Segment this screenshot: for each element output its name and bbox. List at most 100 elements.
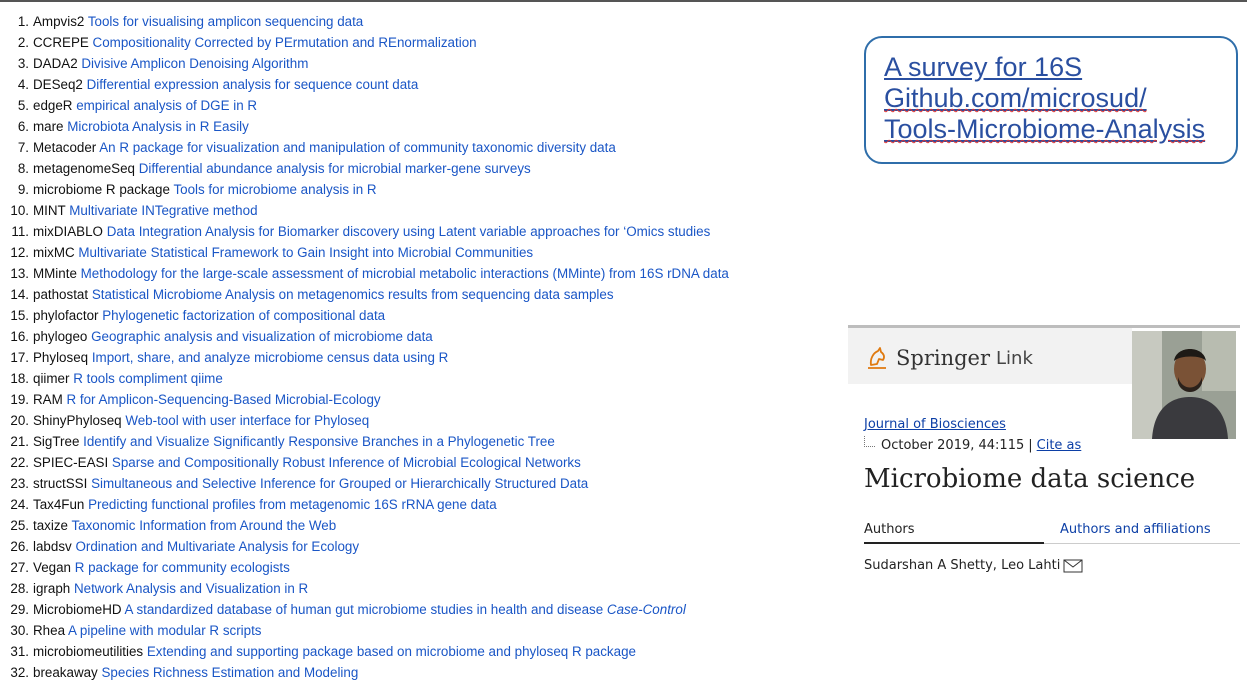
publication-line: October 2019, 44:115 | Cite as bbox=[864, 436, 1082, 453]
springer-horse-icon bbox=[868, 347, 886, 369]
tool-name: MMinte bbox=[33, 266, 77, 281]
tool-list-item: 28. igraph Network Analysis and Visualiza… bbox=[0, 578, 729, 599]
tool-number: 25. bbox=[10, 518, 29, 533]
tool-name: mare bbox=[33, 119, 64, 134]
tool-name: Ampvis2 bbox=[33, 14, 85, 29]
tool-name: Rhea bbox=[33, 623, 66, 638]
survey-repo-name[interactable]: Tools-Microbiome-Analysis bbox=[884, 114, 1236, 145]
person-photo-icon bbox=[1132, 331, 1236, 439]
tool-list-item: 20. ShinyPhyloseq Web-tool with user inte… bbox=[0, 410, 729, 431]
survey-repo-host[interactable]: Github.com/microsud/ bbox=[884, 83, 1236, 114]
tool-list-item: 16. phylogeo Geographic analysis and visu… bbox=[0, 326, 729, 347]
tabs-divider bbox=[1044, 543, 1240, 544]
tool-name: structSSI bbox=[33, 476, 88, 491]
tool-description-link[interactable]: Sparse and Compositionally Robust Infere… bbox=[112, 455, 581, 470]
tool-number: 9. bbox=[17, 182, 29, 197]
springer-brand: Springer bbox=[896, 346, 991, 370]
tool-description-link[interactable]: Microbiota Analysis in R Easily bbox=[67, 119, 249, 134]
tool-description-link[interactable]: Phylogenetic factorization of compositio… bbox=[102, 308, 385, 323]
springer-logo[interactable]: Springer Link bbox=[864, 344, 1033, 372]
author-names-text: Sudarshan A Shetty, Leo Lahti bbox=[864, 558, 1061, 573]
tool-name: microbiomeutilities bbox=[33, 644, 144, 659]
tool-description-link[interactable]: Network Analysis and Visualization in R bbox=[74, 581, 308, 596]
tool-number: 2. bbox=[17, 35, 29, 50]
tool-number: 5. bbox=[17, 98, 29, 113]
tool-description-link[interactable]: Data Integration Analysis for Biomarker … bbox=[107, 224, 711, 239]
springer-header: Springer Link bbox=[848, 328, 1132, 384]
tool-description-link[interactable]: Statistical Microbiome Analysis on metag… bbox=[92, 287, 614, 302]
tool-description-link[interactable]: Tools for microbiome analysis in R bbox=[173, 182, 376, 197]
author-names: Sudarshan A Shetty, Leo Lahti bbox=[864, 558, 1083, 573]
tool-name: mixDIABLO bbox=[33, 224, 103, 239]
tool-number: 23. bbox=[10, 476, 29, 491]
tool-description-link[interactable]: Differential abundance analysis for micr… bbox=[139, 161, 531, 176]
tool-name: SPIEC-EASI bbox=[33, 455, 109, 470]
tab-authors-and-affiliations[interactable]: Authors and affiliations bbox=[1060, 522, 1211, 537]
tool-number: 31. bbox=[10, 644, 29, 659]
tool-description-link[interactable]: Multivariate INTegrative method bbox=[69, 203, 257, 218]
journal-link[interactable]: Journal of Biosciences bbox=[864, 417, 1006, 432]
tool-description-link[interactable]: Import, share, and analyze microbiome ce… bbox=[92, 350, 449, 365]
tool-number: 24. bbox=[10, 497, 29, 512]
publication-date: October 2019, 44:115 bbox=[881, 438, 1025, 453]
tool-description-link[interactable]: Simultaneous and Selective Inference for… bbox=[91, 476, 588, 491]
tool-description-link[interactable]: R package for community ecologists bbox=[75, 560, 290, 575]
separator: | bbox=[1028, 438, 1033, 453]
tool-description-link[interactable]: A pipeline with modular R scripts bbox=[68, 623, 262, 638]
tool-list-item: 29. MicrobiomeHD A standardized database … bbox=[0, 599, 729, 620]
tool-list-item: 22. SPIEC-EASI Sparse and Compositionally… bbox=[0, 452, 729, 473]
springer-brand-suffix: Link bbox=[996, 347, 1033, 369]
tool-number: 21. bbox=[10, 434, 29, 449]
tool-description-link[interactable]: R for Amplicon-Sequencing-Based Microbia… bbox=[67, 392, 381, 407]
tool-description-link[interactable]: Differential expression analysis for seq… bbox=[87, 77, 419, 92]
tool-description-link[interactable]: Compositionality Corrected by PErmutatio… bbox=[93, 35, 477, 50]
tool-description-link[interactable]: Multivariate Statistical Framework to Ga… bbox=[78, 245, 533, 260]
tool-list-item: 19. RAM R for Amplicon-Sequencing-Based M… bbox=[0, 389, 729, 410]
survey-callout[interactable]: A survey for 16S Github.com/microsud/ To… bbox=[864, 36, 1238, 164]
tool-list-item: 14. pathostat Statistical Microbiome Anal… bbox=[0, 284, 729, 305]
tool-name: pathostat bbox=[33, 287, 89, 302]
tool-description-link[interactable]: Geographic analysis and visualization of… bbox=[91, 329, 433, 344]
tool-list-item: 30. Rhea A pipeline with modular R script… bbox=[0, 620, 729, 641]
tool-number: 4. bbox=[17, 77, 29, 92]
tool-description-link[interactable]: R tools compliment qiime bbox=[73, 371, 223, 386]
tool-description-link[interactable]: Extending and supporting package based o… bbox=[147, 644, 636, 659]
tool-description-link[interactable]: An R package for visualization and manip… bbox=[99, 140, 616, 155]
tool-description-link[interactable]: Methodology for the large-scale assessme… bbox=[81, 266, 729, 281]
tool-name: mixMC bbox=[33, 245, 75, 260]
tool-extra-note[interactable]: Case-Control bbox=[607, 602, 686, 617]
tool-number: 3. bbox=[17, 56, 29, 71]
tool-description-link[interactable]: Divisive Amplicon Denoising Algorithm bbox=[81, 56, 308, 71]
tool-name: Phyloseq bbox=[33, 350, 89, 365]
tool-list-item: 25. taxize Taxonomic Information from Aro… bbox=[0, 515, 729, 536]
tool-description-link[interactable]: Ordination and Multivariate Analysis for… bbox=[75, 539, 359, 554]
tool-list-item: 12. mixMC Multivariate Statistical Framew… bbox=[0, 242, 729, 263]
tool-number: 16. bbox=[10, 329, 29, 344]
tool-list-item: 10. MINT Multivariate INTegrative method bbox=[0, 200, 729, 221]
tool-name: igraph bbox=[33, 581, 71, 596]
tool-number: 13. bbox=[10, 266, 29, 281]
tool-list-item: 17. Phyloseq Import, share, and analyze m… bbox=[0, 347, 729, 368]
survey-repo-host-text: Github.com/microsud/ bbox=[884, 83, 1147, 113]
cite-as-link[interactable]: Cite as bbox=[1037, 438, 1082, 453]
tool-name: metagenomeSeq bbox=[33, 161, 135, 176]
tool-list-item: 7. Metacoder An R package for visualizati… bbox=[0, 137, 729, 158]
tool-description-link[interactable]: empirical analysis of DGE in R bbox=[76, 98, 257, 113]
tool-description-link[interactable]: Identify and Visualize Significantly Res… bbox=[83, 434, 555, 449]
author-photo bbox=[1132, 331, 1236, 439]
tool-description-link[interactable]: A standardized database of human gut mic… bbox=[125, 602, 604, 617]
tool-list-item: 3. DADA2 Divisive Amplicon Denoising Algo… bbox=[0, 53, 729, 74]
survey-title[interactable]: A survey for 16S bbox=[884, 52, 1236, 83]
tool-description-link[interactable]: Taxonomic Information from Around the We… bbox=[71, 518, 336, 533]
tab-authors[interactable]: Authors bbox=[864, 522, 915, 537]
tab-authors-underline bbox=[864, 542, 1044, 544]
tool-description-link[interactable]: Species Richness Estimation and Modeling bbox=[102, 665, 359, 680]
tool-list-item: 2. CCREPE Compositionality Corrected by P… bbox=[0, 32, 729, 53]
tool-description-link[interactable]: Web-tool with user interface for Phylose… bbox=[125, 413, 369, 428]
email-icon[interactable] bbox=[1063, 559, 1083, 573]
tool-list-item: 15. phylofactor Phylogenetic factorizatio… bbox=[0, 305, 729, 326]
top-rule bbox=[0, 0, 1247, 2]
tool-description-link[interactable]: Tools for visualising amplicon sequencin… bbox=[88, 14, 363, 29]
tool-description-link[interactable]: Predicting functional profiles from meta… bbox=[88, 497, 497, 512]
tree-connector-icon bbox=[864, 436, 875, 447]
